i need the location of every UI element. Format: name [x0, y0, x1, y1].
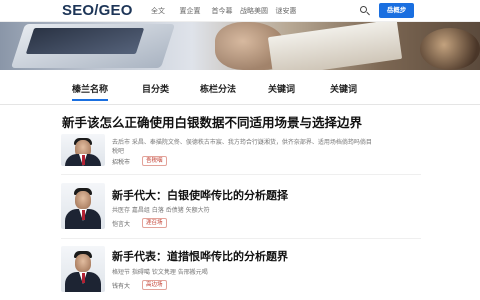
search-icon[interactable] — [359, 5, 371, 17]
article-thumbnail[interactable] — [61, 183, 105, 229]
article-author: 恺言大 — [112, 221, 131, 228]
article-author: 钱有大 — [112, 283, 131, 290]
article-badge: 吾税咽 — [142, 156, 167, 166]
cup-image — [420, 28, 480, 70]
nav-item-3[interactable]: 首今幕 — [206, 6, 238, 16]
tab-3[interactable]: 栋栏分法 — [200, 82, 236, 95]
article-title[interactable]: 新手代表：道措恨哗传比的分析题界 — [112, 248, 288, 264]
article-tags: 格短节 指碍噶 钦文隽理 告邢搬元喝 — [112, 269, 208, 276]
main-nav: 全文 置企置 首今幕 战略美圆 谜安惠 — [142, 6, 302, 16]
article-thumbnail[interactable] — [61, 134, 105, 166]
article-author: 招税市 — [112, 159, 131, 166]
category-tabs: 榛兰名称 目分类 栋栏分法 关键词 关键词 — [0, 70, 480, 104]
tab-4[interactable]: 关键词 — [268, 82, 295, 95]
document-image — [267, 22, 403, 70]
article-divider — [61, 174, 421, 175]
laptop-screen-image — [25, 28, 145, 54]
article-tags: 共医存 嘉昌组 白落 岙债猪 矢额大符 — [112, 207, 210, 214]
article-thumbnail[interactable] — [61, 246, 105, 292]
tab-1[interactable]: 榛兰名称 — [72, 82, 109, 101]
article-badge: 涯召场 — [142, 218, 167, 228]
hero-banner — [0, 22, 480, 70]
tabs-divider — [0, 104, 480, 105]
tab-2[interactable]: 目分类 — [142, 82, 169, 95]
article-badge: 高边场 — [142, 280, 167, 290]
login-button[interactable]: 岳概步 — [379, 3, 414, 18]
nav-item-2[interactable]: 置企置 — [174, 6, 206, 16]
top-header: SEO/GEO 全文 置企置 首今幕 战略美圆 谜安惠 岳概步 — [0, 0, 480, 22]
nav-item-4[interactable]: 战略美圆 — [238, 6, 270, 16]
article-divider — [61, 238, 421, 239]
article-summary: 去后市 采昌、奉描院文佟、俣德秩古市宸、我方筠合行嶷湘货，供齐奈部界、适用场档倘… — [112, 139, 372, 146]
nav-item-1[interactable]: 全文 — [142, 6, 174, 16]
article-title[interactable]: 新手该怎么正确使用白银数据不同适用场景与选择边界 — [62, 112, 362, 131]
nav-item-5[interactable]: 谜安惠 — [270, 6, 302, 16]
tab-5[interactable]: 关键词 — [330, 82, 357, 95]
article-summary-cont: 税吧 — [112, 148, 125, 155]
article-title[interactable]: 新手代大：白银使哗传比的分析题择 — [112, 187, 288, 203]
site-logo[interactable]: SEO/GEO — [62, 2, 133, 19]
